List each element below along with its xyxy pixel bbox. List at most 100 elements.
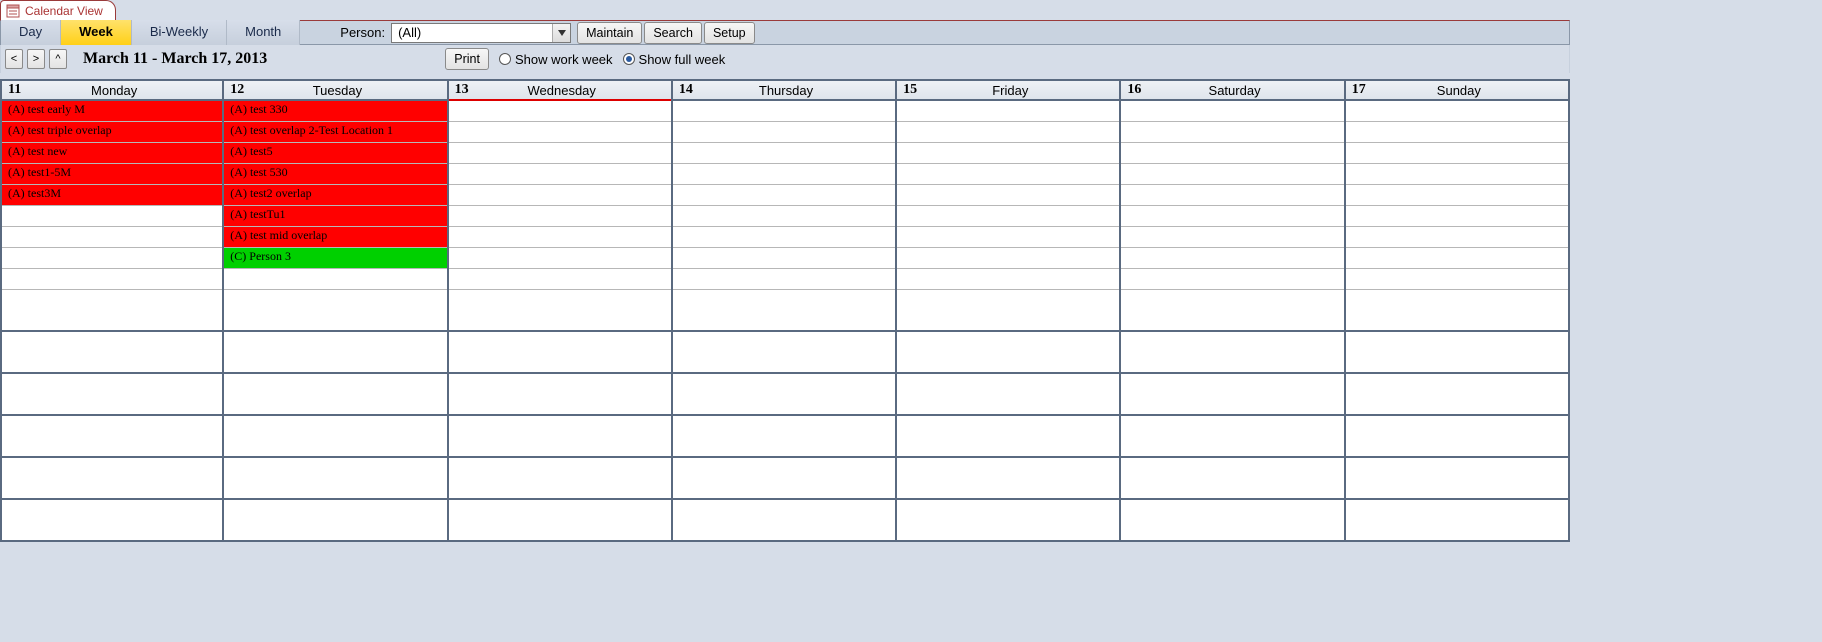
calendar-slot[interactable]	[449, 143, 671, 164]
calendar-slot[interactable]	[673, 206, 895, 227]
calendar-event[interactable]: (A) test overlap 2-Test Location 1	[224, 122, 446, 143]
calendar-slot[interactable]	[673, 269, 895, 290]
calendar-slot[interactable]	[224, 269, 446, 290]
calendar-slot[interactable]	[897, 101, 1119, 122]
calendar-slot[interactable]	[224, 374, 446, 416]
calendar-slot[interactable]	[2, 290, 222, 332]
calendar-slot[interactable]	[897, 206, 1119, 227]
calendar-slot[interactable]	[1121, 332, 1343, 374]
calendar-slot[interactable]	[673, 416, 895, 458]
calendar-event[interactable]: (A) test5	[224, 143, 446, 164]
calendar-event[interactable]: (A) test1-5M	[2, 164, 222, 185]
calendar-slot[interactable]	[2, 227, 222, 248]
calendar-slot[interactable]	[1121, 164, 1343, 185]
show-full-week-radio[interactable]: Show full week	[623, 52, 726, 67]
calendar-slot[interactable]	[224, 290, 446, 332]
calendar-slot[interactable]	[224, 500, 446, 542]
calendar-event[interactable]: (C) Person 3	[224, 248, 446, 269]
calendar-column[interactable]	[1121, 101, 1345, 542]
calendar-slot[interactable]	[673, 143, 895, 164]
calendar-slot[interactable]	[897, 458, 1119, 500]
day-header-tuesday[interactable]: 12 Tuesday	[224, 81, 448, 99]
calendar-slot[interactable]	[897, 290, 1119, 332]
calendar-column[interactable]: (A) test early M(A) test triple overlap(…	[0, 101, 224, 542]
calendar-slot[interactable]	[1346, 143, 1568, 164]
calendar-event[interactable]: (A) test new	[2, 143, 222, 164]
view-biweekly-button[interactable]: Bi-Weekly	[132, 20, 227, 45]
person-select[interactable]: (All)	[391, 23, 571, 43]
calendar-slot[interactable]	[673, 248, 895, 269]
day-header-monday[interactable]: 11 Monday	[0, 81, 224, 99]
calendar-slot[interactable]	[2, 458, 222, 500]
prev-button[interactable]: <	[5, 49, 23, 69]
day-header-saturday[interactable]: 16 Saturday	[1121, 81, 1345, 99]
calendar-event[interactable]: (A) testTu1	[224, 206, 446, 227]
calendar-slot[interactable]	[1346, 458, 1568, 500]
day-header-wednesday[interactable]: 13 Wednesday	[449, 81, 673, 99]
calendar-slot[interactable]	[449, 374, 671, 416]
calendar-slot[interactable]	[449, 164, 671, 185]
calendar-slot[interactable]	[449, 248, 671, 269]
up-button[interactable]: ^	[49, 49, 67, 69]
day-header-sunday[interactable]: 17 Sunday	[1346, 81, 1570, 99]
calendar-slot[interactable]	[1121, 227, 1343, 248]
calendar-slot[interactable]	[673, 290, 895, 332]
calendar-slot[interactable]	[449, 290, 671, 332]
calendar-slot[interactable]	[897, 332, 1119, 374]
calendar-slot[interactable]	[1346, 269, 1568, 290]
calendar-event[interactable]: (A) test2 overlap	[224, 185, 446, 206]
calendar-slot[interactable]	[1121, 269, 1343, 290]
calendar-slot[interactable]	[1121, 374, 1343, 416]
calendar-slot[interactable]	[673, 101, 895, 122]
maintain-button[interactable]: Maintain	[577, 22, 642, 44]
calendar-slot[interactable]	[2, 332, 222, 374]
calendar-column[interactable]	[449, 101, 673, 542]
calendar-slot[interactable]	[1121, 122, 1343, 143]
calendar-slot[interactable]	[673, 227, 895, 248]
calendar-slot[interactable]	[1346, 185, 1568, 206]
calendar-event[interactable]: (A) test triple overlap	[2, 122, 222, 143]
calendar-slot[interactable]	[1121, 500, 1343, 542]
calendar-slot[interactable]	[2, 206, 222, 227]
calendar-event[interactable]: (A) test mid overlap	[224, 227, 446, 248]
calendar-column[interactable]	[673, 101, 897, 542]
show-work-week-radio[interactable]: Show work week	[499, 52, 613, 67]
calendar-slot[interactable]	[449, 227, 671, 248]
calendar-slot[interactable]	[2, 269, 222, 290]
calendar-slot[interactable]	[673, 500, 895, 542]
view-day-button[interactable]: Day	[1, 20, 61, 45]
calendar-slot[interactable]	[449, 206, 671, 227]
calendar-slot[interactable]	[224, 416, 446, 458]
calendar-event[interactable]: (A) test3M	[2, 185, 222, 206]
calendar-slot[interactable]	[1121, 143, 1343, 164]
calendar-slot[interactable]	[2, 374, 222, 416]
calendar-slot[interactable]	[897, 269, 1119, 290]
calendar-slot[interactable]	[2, 416, 222, 458]
calendar-slot[interactable]	[673, 122, 895, 143]
print-button[interactable]: Print	[445, 48, 489, 70]
calendar-slot[interactable]	[1346, 500, 1568, 542]
calendar-slot[interactable]	[2, 500, 222, 542]
calendar-slot[interactable]	[449, 332, 671, 374]
calendar-column[interactable]: (A) test 330(A) test overlap 2-Test Loca…	[224, 101, 448, 542]
calendar-slot[interactable]	[1346, 122, 1568, 143]
calendar-slot[interactable]	[2, 248, 222, 269]
calendar-slot[interactable]	[897, 374, 1119, 416]
calendar-slot[interactable]	[673, 374, 895, 416]
calendar-slot[interactable]	[1346, 101, 1568, 122]
calendar-slot[interactable]	[1346, 206, 1568, 227]
calendar-slot[interactable]	[1121, 290, 1343, 332]
calendar-slot[interactable]	[449, 101, 671, 122]
calendar-slot[interactable]	[897, 248, 1119, 269]
calendar-column[interactable]	[1346, 101, 1570, 542]
calendar-slot[interactable]	[897, 164, 1119, 185]
calendar-slot[interactable]	[1346, 290, 1568, 332]
calendar-slot[interactable]	[224, 458, 446, 500]
doc-tab-calendar-view[interactable]: Calendar View	[0, 0, 116, 20]
calendar-slot[interactable]	[673, 185, 895, 206]
calendar-event[interactable]: (A) test 530	[224, 164, 446, 185]
calendar-slot[interactable]	[897, 185, 1119, 206]
calendar-slot[interactable]	[449, 458, 671, 500]
chevron-down-icon[interactable]	[552, 24, 570, 42]
calendar-slot[interactable]	[1346, 374, 1568, 416]
